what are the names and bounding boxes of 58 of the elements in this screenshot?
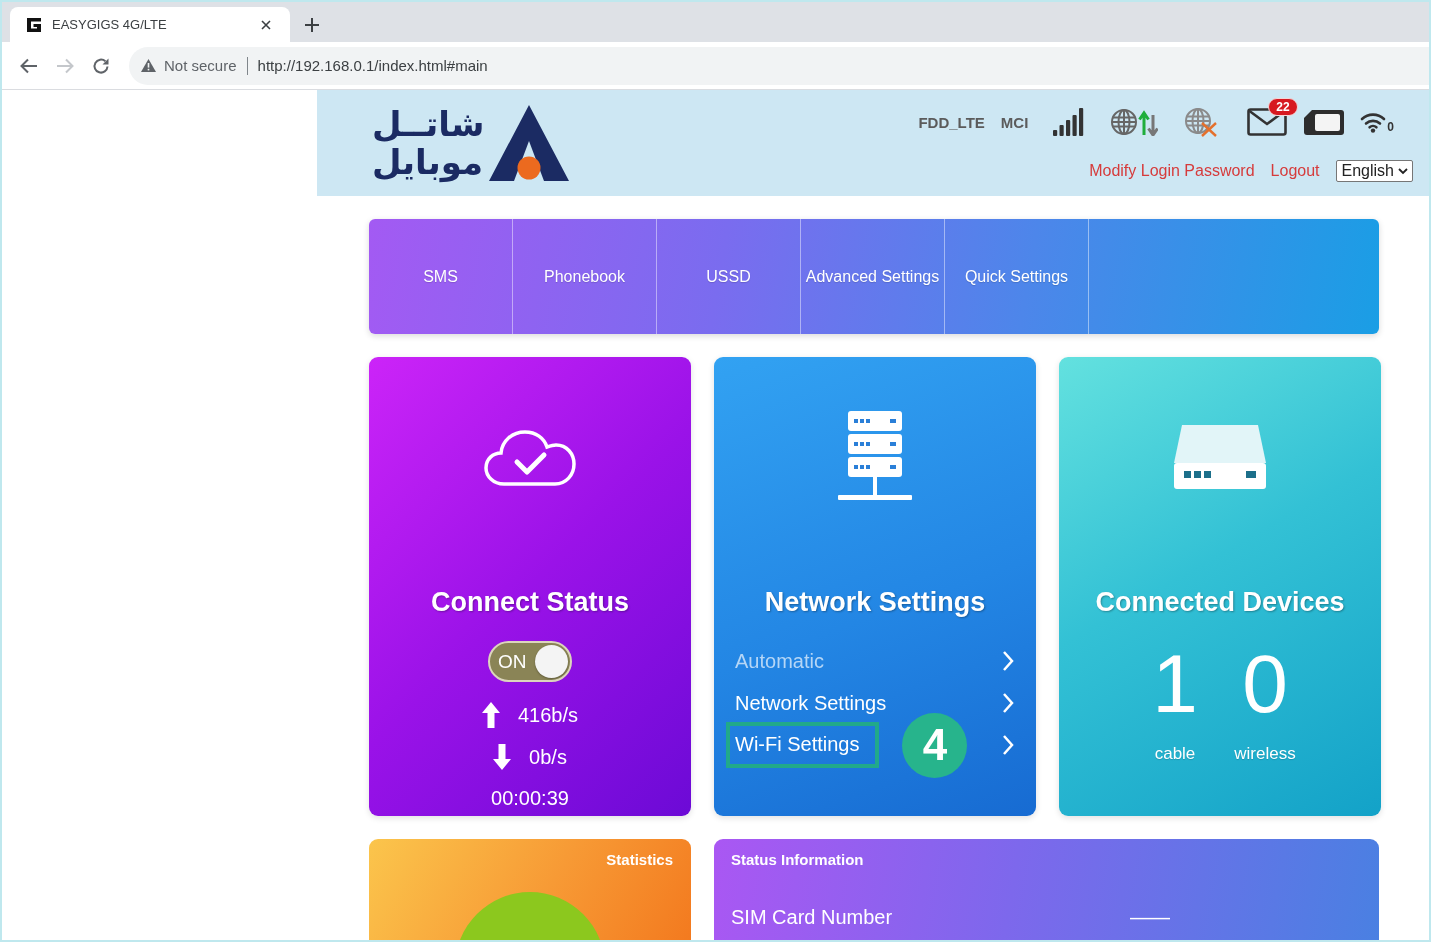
card-title: Statistics <box>606 851 673 868</box>
card-title: Connect Status <box>431 586 629 618</box>
globe-cross-icon <box>1184 107 1219 137</box>
messages-button[interactable]: 22 <box>1247 98 1301 136</box>
security-label: Not secure <box>164 57 237 74</box>
chevron-right-icon[interactable] <box>1002 650 1014 672</box>
menu-tab[interactable]: SMS <box>369 219 513 334</box>
network-type: FDD_LTE <box>918 113 985 131</box>
globe-arrows-icon <box>1110 108 1159 136</box>
card-title: Status Information <box>731 851 864 868</box>
unread-count-badge: 22 <box>1268 98 1298 116</box>
logo-text: شاتــل <box>372 105 485 143</box>
device-count: 1 <box>1152 642 1198 726</box>
url-text: http://192.168.0.1/index.html#main <box>257 57 488 74</box>
back-arrow-icon <box>20 57 38 74</box>
signal-bars-icon <box>1053 108 1085 136</box>
connection-toggle[interactable]: ON <box>488 641 572 682</box>
chevron-right-icon[interactable] <box>1002 692 1014 714</box>
down-arrow-icon <box>493 744 512 770</box>
logo-text: موبایل <box>372 143 483 181</box>
warning-icon <box>141 59 156 72</box>
operator-name: MCI <box>1000 113 1029 131</box>
address-bar[interactable]: Not secure http://192.168.0.1/index.html#main <box>129 46 1429 85</box>
wifi-client-count: 0 <box>1387 121 1394 133</box>
plus-icon <box>305 18 319 32</box>
up-arrow-icon <box>481 702 500 728</box>
info-value: —— <box>1130 905 1171 929</box>
language-select[interactable]: English <box>1335 160 1413 182</box>
chevron-right-icon[interactable] <box>1002 734 1014 756</box>
settings-link[interactable]: Wi-Fi Settings <box>735 733 860 756</box>
connection-duration: 00:00:39 <box>491 786 569 811</box>
device-type-label: cable <box>1154 744 1196 764</box>
device-type-label: wireless <box>1234 744 1296 764</box>
menu-tab[interactable]: Advanced Settings <box>801 219 945 334</box>
header-link[interactable]: Logout <box>1270 162 1320 180</box>
download-rate: 0b/s <box>529 745 567 769</box>
menu-tab[interactable]: USSD <box>657 219 801 334</box>
device-count: 0 <box>1242 642 1288 726</box>
router-icon <box>1172 423 1268 491</box>
caret-icon <box>1398 167 1408 175</box>
reload-icon <box>92 56 110 75</box>
menu-tab[interactable]: Quick Settings <box>945 219 1089 334</box>
settings-link[interactable]: Network Settings <box>735 691 887 715</box>
card-title: Network Settings <box>764 586 986 618</box>
step-number-badge: 4 <box>902 712 968 778</box>
switch-knob <box>535 645 568 678</box>
header-link[interactable]: Modify Login Password <box>1089 162 1255 180</box>
card-title: Connected Devices <box>1095 586 1345 618</box>
browser-tab[interactable]: EASYGIGS 4G/LTE <box>10 7 290 42</box>
site-logo-icon <box>26 16 42 33</box>
close-icon <box>261 19 271 30</box>
sim-card-icon <box>1303 108 1346 136</box>
forward-arrow-icon <box>56 57 74 74</box>
info-label: SIM Card Number <box>731 905 894 929</box>
menu-tab[interactable]: Phonebook <box>513 219 657 334</box>
logo-triangle-icon <box>488 105 569 181</box>
wifi-icon <box>1360 111 1387 133</box>
upload-rate: 416b/s <box>517 703 579 727</box>
